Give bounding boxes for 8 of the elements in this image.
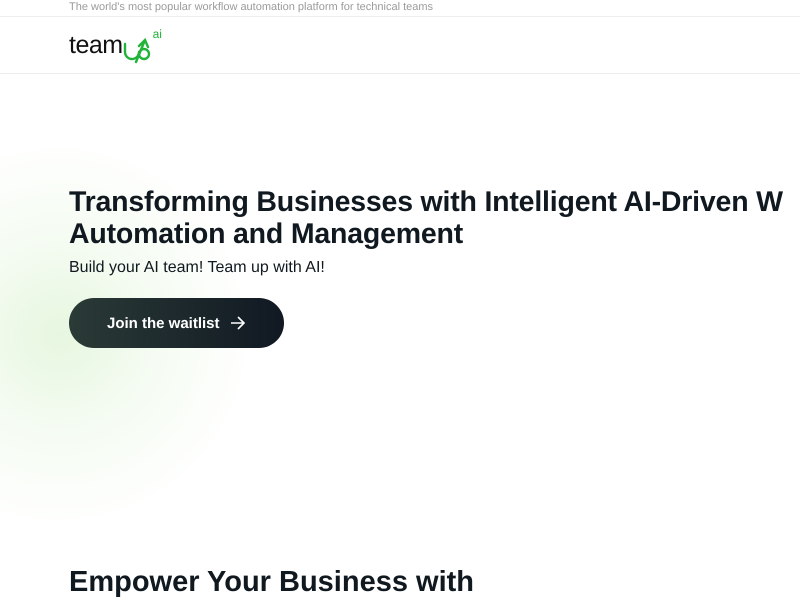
arrow-icon — [230, 316, 246, 330]
logo[interactable]: team ai — [69, 31, 162, 59]
hero-title: Transforming Businesses with Intelligent AI-Driven W — [69, 186, 784, 218]
tagline: The world's most popular workflow automation platform for technical teams — [69, 1, 434, 14]
hero-subtitle: Build your AI team! Team up with AI! — [69, 258, 326, 278]
waitlist-button[interactable]: Join the waitlist — [69, 298, 284, 348]
section-title: Empower Your Business with — [69, 565, 476, 599]
hero-title: Automation and Management — [69, 218, 464, 250]
